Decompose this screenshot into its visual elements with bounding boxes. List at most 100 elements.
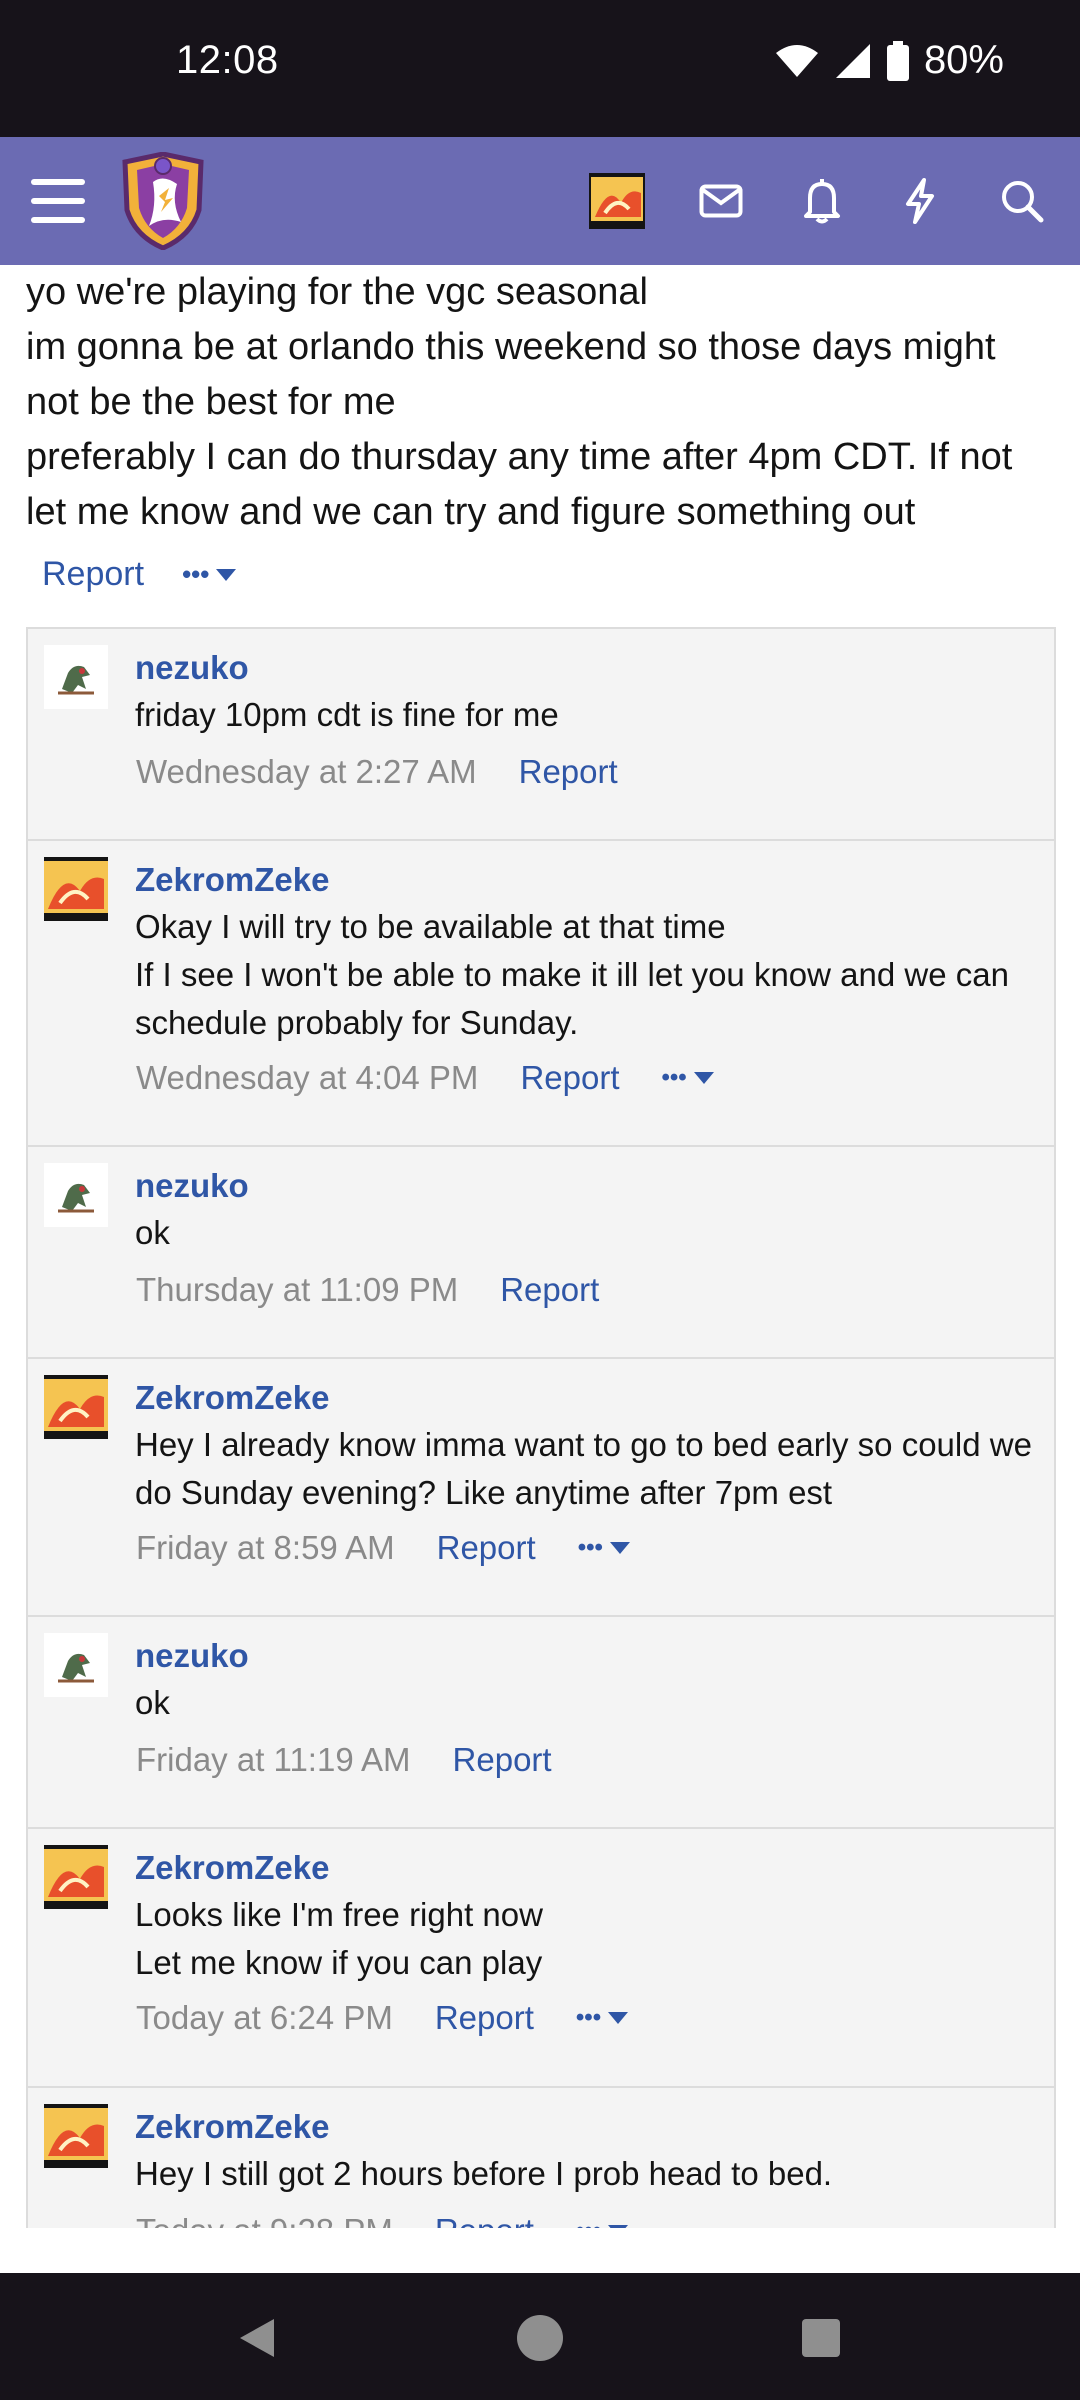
system-navigation-bar [0,2273,1080,2400]
avatar[interactable] [44,645,108,709]
status-icons: 80% [774,38,1004,83]
reply-timestamp[interactable]: Wednesday at 4:04 PM [136,1059,478,1097]
more-options-button[interactable]: ••• [662,1064,715,1092]
username-link[interactable]: nezuko [135,1167,249,1205]
avatar[interactable] [44,1633,108,1697]
more-dots: ••• [182,559,210,589]
reply-meta: Friday at 8:59 AM Report ••• [136,1529,631,1567]
report-link[interactable]: Report [519,753,618,791]
caret-down-icon [609,1542,630,1554]
site-logo[interactable] [118,151,208,251]
user-avatar-icon [44,857,108,921]
reply-item: nezuko friday 10pm cdt is fine for me We… [28,629,1054,841]
status-bar: 12:08 80% [0,0,1080,137]
reply-message: ok [135,1209,1040,1257]
reply-meta: Friday at 11:19 AM Report [136,1741,552,1779]
replies-list: nezuko friday 10pm cdt is fine for me We… [26,627,1056,2228]
user-avatar-button[interactable] [588,173,646,229]
reply-line: ok [135,1684,170,1721]
whats-new-button[interactable] [896,171,944,231]
username-link[interactable]: ZekromZeke [135,861,329,899]
reply-message: Looks like I'm free right now Let me kno… [135,1891,1040,1987]
reply-timestamp[interactable]: Thursday at 11:09 PM [136,1271,458,1309]
avatar[interactable] [44,1375,108,1439]
reply-item: ZekromZeke Okay I will try to be availab… [28,841,1054,1147]
report-link[interactable]: Report [435,1999,534,2037]
user-avatar-icon [44,1633,108,1697]
report-link[interactable]: Report [500,1271,599,1309]
reply-message: Hey I still got 2 hours before I prob he… [135,2150,1040,2198]
user-avatar-icon [44,1375,108,1439]
reply-item: ZekromZeke Hey I still got 2 hours befor… [28,2088,1054,2228]
report-link[interactable]: Report [435,2212,534,2228]
menu-button[interactable] [26,167,90,235]
menu-icon [31,179,85,223]
bell-icon [804,179,840,224]
caret-down-icon [608,2012,629,2024]
more-dots: ••• [576,2217,601,2228]
back-icon[interactable] [234,2315,278,2361]
user-avatar-icon [44,2104,108,2168]
report-link[interactable]: Report [42,555,144,594]
username-link[interactable]: nezuko [135,1637,249,1675]
reply-timestamp[interactable]: Wednesday at 2:27 AM [136,753,477,791]
reply-line: friday 10pm cdt is fine for me [135,696,559,733]
search-button[interactable] [996,173,1048,229]
reply-line: Hey I still got 2 hours before I prob he… [135,2155,833,2192]
home-icon[interactable] [515,2313,565,2363]
shield-logo-icon [122,152,204,250]
reply-timestamp[interactable]: Today at 9:28 PM [136,2212,393,2228]
cell-signal-icon [835,43,870,78]
username-link[interactable]: ZekromZeke [135,2108,329,2146]
reply-line: Hey I already know imma want to go to be… [135,1426,1032,1511]
reply-line: If I see I won't be able to make it ill … [135,956,1009,1041]
more-options-button[interactable]: ••• [576,2217,629,2228]
more-options-button[interactable]: ••• [182,559,237,590]
reply-message: Okay I will try to be available at that … [135,903,1040,1047]
wifi-icon [775,44,818,77]
username-link[interactable]: nezuko [135,649,249,687]
report-link[interactable]: Report [520,1059,619,1097]
battery-percent: 80% [923,38,1004,82]
avatar[interactable] [44,1845,108,1909]
reply-meta: Wednesday at 4:04 PM Report ••• [136,1059,715,1097]
username-link[interactable]: ZekromZeke [135,1849,329,1887]
post-body: yo we're playing for the vgc seasonal im… [26,265,1056,540]
alerts-button[interactable] [798,171,846,231]
mail-icon [699,184,743,218]
more-dots: ••• [577,1534,603,1561]
avatar[interactable] [44,857,108,921]
reply-line: Looks like I'm free right now [135,1896,543,1933]
more-options-button[interactable]: ••• [576,2004,629,2032]
app-header [0,137,1080,265]
report-link[interactable]: Report [437,1529,536,1567]
search-icon [1002,181,1044,223]
inbox-button[interactable] [696,173,746,229]
reply-message: ok [135,1679,1040,1727]
reply-timestamp[interactable]: Friday at 8:59 AM [136,1529,395,1567]
more-options-button[interactable]: ••• [578,1534,631,1562]
avatar[interactable] [44,2104,108,2168]
caret-down-icon [693,1072,714,1084]
username-link[interactable]: ZekromZeke [135,1379,329,1417]
reply-item: ZekromZeke Hey I already know imma want … [28,1359,1054,1617]
reply-meta: Thursday at 11:09 PM Report [136,1271,599,1309]
reply-timestamp[interactable]: Friday at 11:19 AM [136,1741,411,1779]
reply-timestamp[interactable]: Today at 6:24 PM [136,1999,393,2037]
reply-item: nezuko ok Friday at 11:19 AM Report [28,1617,1054,1829]
reply-line: ok [135,1214,170,1251]
reply-message: friday 10pm cdt is fine for me [135,691,1040,739]
caret-down-icon [216,568,237,581]
reply-item: nezuko ok Thursday at 11:09 PM Report [28,1147,1054,1359]
conversation-content: yo we're playing for the vgc seasonal im… [0,265,1080,2228]
avatar[interactable] [44,1163,108,1227]
status-time: 12:08 [176,38,279,82]
post-actions: Report ••• [42,555,237,594]
reply-meta: Today at 9:28 PM Report ••• [136,2212,629,2228]
user-avatar-icon [44,1163,108,1227]
reply-line: Okay I will try to be available at that … [135,908,726,945]
report-link[interactable]: Report [453,1741,552,1779]
recents-icon[interactable] [800,2317,842,2359]
more-dots: ••• [661,1064,687,1091]
post-line: im gonna be at orlando this weekend so t… [26,326,996,423]
